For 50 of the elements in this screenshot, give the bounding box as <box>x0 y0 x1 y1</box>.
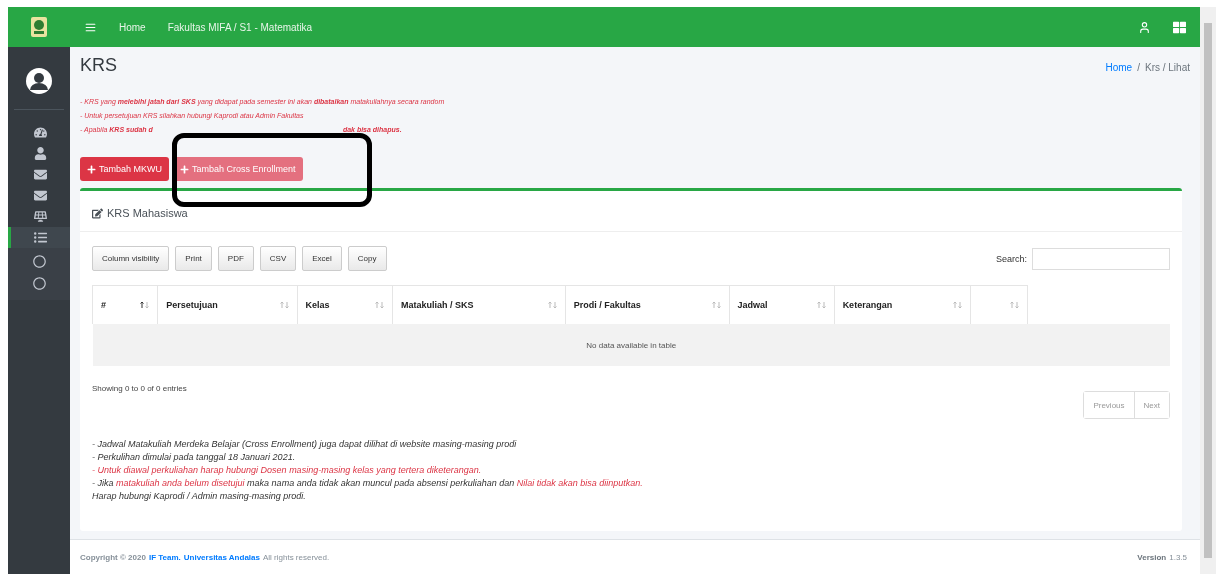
logo-icon[interactable] <box>30 16 48 38</box>
breadcrumb-text: Krs / Lihat <box>1144 61 1190 73</box>
solar-panel-icon <box>34 210 47 223</box>
university-link[interactable]: Universitas Andalas <box>183 552 260 562</box>
scrollbar[interactable] <box>1200 7 1216 574</box>
export-button[interactable]: PDF <box>217 246 254 271</box>
sort-icon[interactable] <box>1010 301 1019 309</box>
breadcrumb-text: / <box>1137 61 1140 73</box>
search-label: Search: <box>995 253 1027 264</box>
export-button[interactable]: CSV <box>259 246 297 271</box>
envelope-icon <box>34 189 47 202</box>
avatar-icon[interactable] <box>25 67 53 95</box>
add-button[interactable]: Tambah MKWU <box>80 157 169 181</box>
plus-icon <box>87 164 96 174</box>
note-text: - Jadwal Matakuliah Merdeka Belajar (Cross Enrollment) juga dapat dilihat di website masing-masing prodi <box>92 439 518 449</box>
sidebar-item[interactable] <box>8 227 70 248</box>
sort-icon[interactable] <box>140 301 150 309</box>
page-title: KRS <box>80 55 117 76</box>
export-button[interactable]: Print <box>175 246 212 271</box>
dashboard-icon <box>34 126 47 139</box>
copyright-text: Copyright © 2020 <box>80 552 146 562</box>
export-button[interactable]: Excel <box>302 246 342 271</box>
team-link[interactable]: IF Team. <box>148 552 181 562</box>
version-number: 1.3.5 <box>1169 552 1187 562</box>
note-text: Harap hubungi Kaprodi / Admin masing-masing prodi. <box>92 491 307 501</box>
export-button[interactable]: Column visibility <box>92 246 170 271</box>
plus-icon <box>180 164 189 174</box>
card-title: KRS Mahasiswa <box>107 207 188 219</box>
note-text: - Jika matakuliah anda belum disetujui maka nama anda tidak akan muncul pada absensi perkuliahan dan Nilai tidak akan bisa diinputkan. <box>92 478 644 488</box>
sort-icon[interactable] <box>547 301 557 309</box>
envelope-icon <box>34 168 47 181</box>
rights-text: All rights reserved. <box>262 552 330 562</box>
note-text: - Untuk diawal perkuliahan harap hubungi Dosen masing-masing kelas yang tertera diketerangan. <box>92 465 483 475</box>
list-icon <box>34 231 47 244</box>
entries-info: Showing 0 to 0 of 0 entries <box>92 384 188 393</box>
version-label: Version <box>1137 552 1167 562</box>
sort-icon[interactable] <box>711 301 721 309</box>
sort-icon[interactable] <box>279 301 289 309</box>
export-button[interactable]: Copy <box>347 246 387 271</box>
note-text: - Perkulihan dimulai pada tanggal 18 Januari 2021. <box>92 452 297 462</box>
sort-icon[interactable] <box>952 301 962 309</box>
grid-icon[interactable] <box>1173 20 1186 34</box>
search-field[interactable] <box>1032 247 1170 270</box>
empty-table-message: No data available in table <box>92 324 1170 366</box>
sort-icon[interactable] <box>816 301 826 309</box>
breadcrumb-link[interactable]: Home <box>1105 61 1133 73</box>
user-icon[interactable] <box>1138 20 1151 34</box>
edit-icon <box>92 207 103 219</box>
user-icon <box>34 147 47 160</box>
sort-icon[interactable] <box>375 301 384 309</box>
